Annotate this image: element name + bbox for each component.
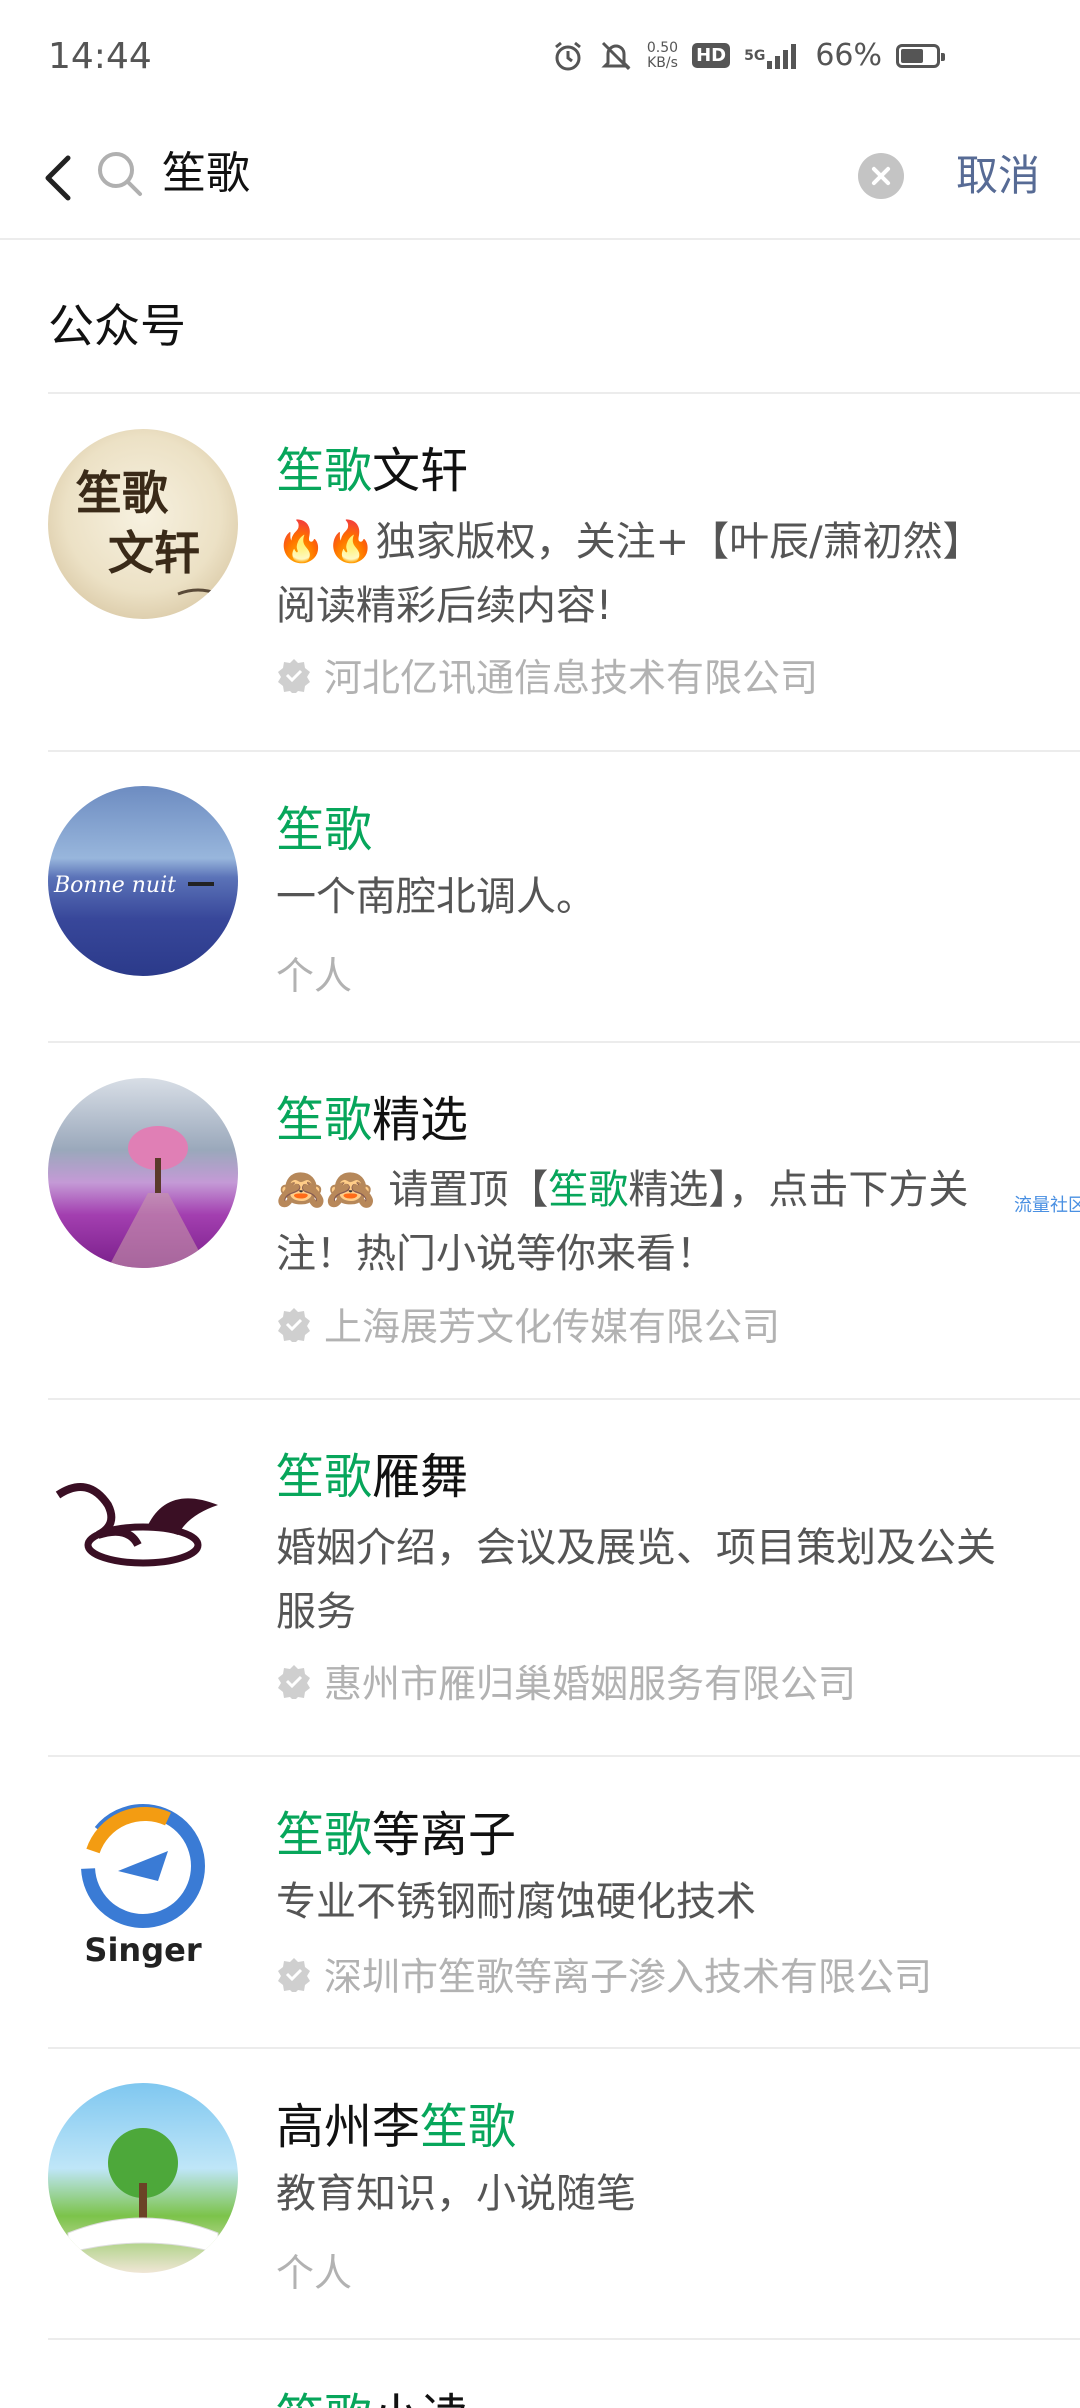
result-item[interactable]: Bonne nuit 笙歌 一个南腔北调人。 个人 — [0, 751, 1080, 1041]
account-avatar: 笙歌 文轩 — [48, 429, 238, 619]
account-title: 笙歌小读 — [276, 2377, 468, 2408]
account-title: 笙歌 — [276, 802, 373, 858]
svg-text:Singer: Singer — [84, 1931, 201, 1969]
verified-icon — [278, 1664, 310, 1699]
account-organization: 个人 — [276, 954, 353, 998]
svg-text:文轩: 文轩 — [108, 526, 200, 580]
result-item[interactable]: 笙歌雁舞 婚姻介绍，会议及展览、项目策划及公关服务 惠州市雁归巢婚姻服务有限公司 — [0, 1399, 1080, 1755]
search-bar: 笙歌 取消 — [0, 118, 1080, 240]
verified-icon — [278, 1957, 310, 1992]
cancel-button[interactable]: 取消 — [956, 148, 1040, 204]
account-description: 一个南腔北调人。 — [276, 874, 596, 920]
account-organization: 惠州市雁归巢婚姻服务有限公司 — [276, 1653, 856, 1708]
account-avatar — [48, 2083, 238, 2273]
account-organization: 河北亿讯通信息技术有限公司 — [276, 647, 818, 702]
watermark: 流量社区 — [1014, 1195, 1080, 1216]
search-input[interactable]: 笙歌 — [162, 142, 250, 206]
status-icons: 0.50 KB/s HD 5G 66% — [551, 38, 945, 73]
verified-icon — [278, 658, 310, 693]
verified-icon — [278, 1307, 310, 1342]
svg-text:Bonne nuit: Bonne nuit — [53, 873, 176, 898]
account-avatar — [48, 1435, 238, 1625]
account-avatar — [48, 1078, 238, 1268]
section-title: 公众号 — [48, 299, 186, 353]
mute-icon — [599, 39, 633, 73]
clear-icon[interactable] — [858, 153, 904, 199]
account-organization: 深圳市笙歌等离子渗入技术有限公司 — [276, 1946, 932, 2001]
account-title: 笙歌等离子 — [276, 1807, 517, 1863]
hd-badge: HD — [692, 43, 731, 68]
account-description: 教育知识，小说随笔 — [276, 2171, 636, 2217]
back-button[interactable] — [34, 146, 84, 210]
result-item[interactable]: 高州李笙歌 教育知识，小说随笔 个人 — [0, 2048, 1080, 2338]
account-organization: 个人 — [276, 2251, 353, 2295]
result-item[interactable]: 笙歌精选 🙈🙈 请置顶【笙歌精选】，点击下方关注！热门小说等你来看！ 上海展芳文… — [0, 1042, 1080, 1398]
result-item[interactable]: 笙歌 文轩 笙歌文轩 🔥🔥独家版权，关注+【叶辰/萧初然】阅读精彩后续内容! 河… — [0, 393, 1080, 750]
alarm-icon — [551, 39, 585, 73]
account-description: 🔥🔥独家版权，关注+【叶辰/萧初然】阅读精彩后续内容! — [276, 519, 983, 629]
svg-text:笙歌: 笙歌 — [76, 466, 169, 520]
account-title: 高州李笙歌 — [276, 2099, 517, 2155]
signal-icon: 5G — [744, 41, 801, 71]
network-speed: 0.50 KB/s — [646, 39, 679, 71]
account-title: 笙歌文轩 — [276, 443, 469, 499]
status-time: 14:44 — [48, 36, 152, 77]
search-icon — [94, 148, 146, 200]
account-title: 笙歌精选 — [276, 1092, 469, 1148]
account-organization: 上海展芳文化传媒有限公司 — [276, 1296, 780, 1351]
battery-icon — [896, 43, 945, 68]
account-description: 专业不锈钢耐腐蚀硬化技术 — [276, 1879, 756, 1925]
account-avatar: Bonne nuit — [48, 786, 238, 976]
back-icon — [45, 155, 71, 201]
account-description: 🙈🙈 请置顶【笙歌精选】，点击下方关注！热门小说等你来看！ — [276, 1167, 969, 1277]
account-title: 笙歌雁舞 — [276, 1449, 469, 1505]
account-avatar: Singer — [48, 1791, 238, 1981]
result-item[interactable]: Singer 笙歌等离子 专业不锈钢耐腐蚀硬化技术 深圳市笙歌等离子渗入技术有限… — [0, 1756, 1080, 2047]
account-description: 婚姻介绍，会议及展览、项目策划及公关服务 — [276, 1525, 996, 1635]
battery-text: 66% — [815, 38, 882, 73]
status-bar: 14:44 0.50 KB/s HD 5G 66% — [0, 0, 1080, 118]
result-item[interactable]: 笙歌小读 — [0, 2339, 1080, 2408]
